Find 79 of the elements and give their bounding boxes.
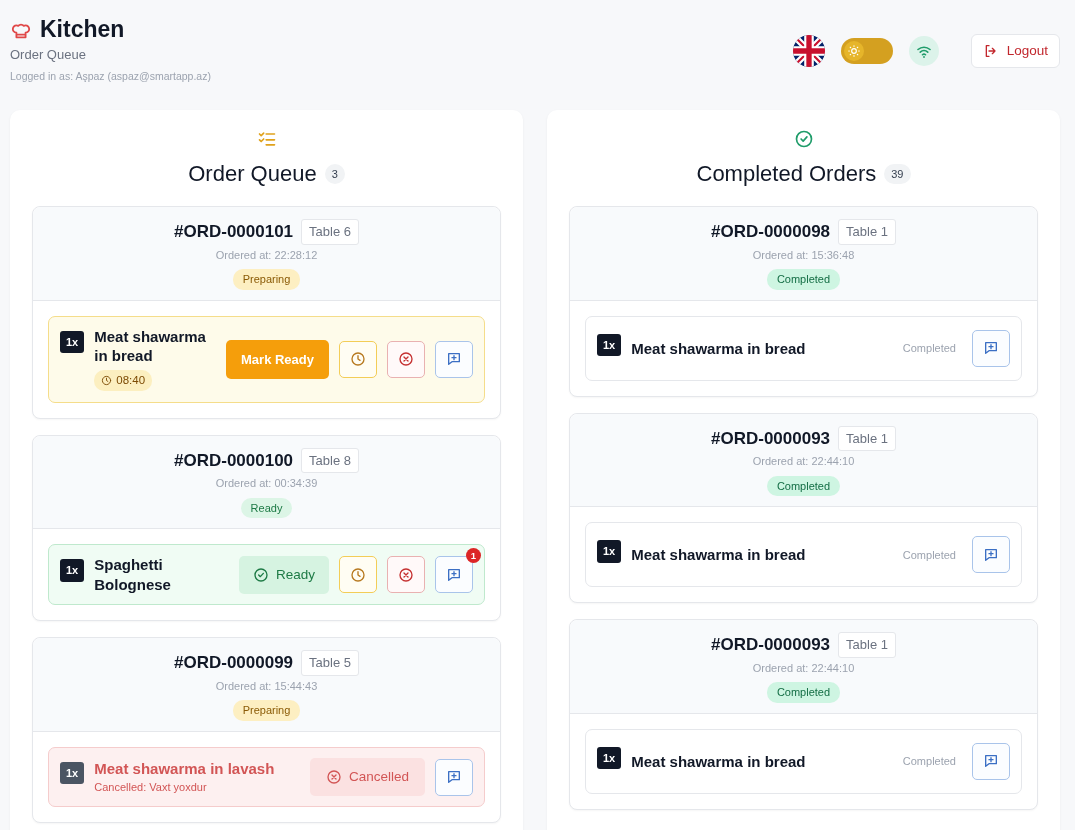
table-label: Table 1 <box>838 425 896 452</box>
message-plus-icon <box>983 340 999 357</box>
page-subtitle: Order Queue <box>10 46 87 64</box>
completed-label: Completed <box>902 341 956 357</box>
order-time: Ordered at: 15:36:48 <box>751 247 856 263</box>
ready-label: Ready <box>238 555 329 595</box>
status-badge: Preparing <box>232 269 301 290</box>
add-note-button[interactable] <box>972 742 1010 780</box>
logout-button[interactable]: Logout <box>970 34 1060 69</box>
item-name: Meat shawarma in bread <box>94 326 207 366</box>
add-note-button[interactable] <box>972 329 1010 367</box>
note-count-badge: 1 <box>466 548 481 564</box>
status-badge: Completed <box>766 475 841 497</box>
status-badge: Preparing <box>232 700 301 721</box>
item-name: Spaghetti Bolognese <box>94 555 172 595</box>
cancel-button[interactable] <box>387 340 425 378</box>
add-note-button[interactable] <box>435 340 473 378</box>
table-label: Table 6 <box>301 219 359 245</box>
status-badge: Ready <box>240 497 293 519</box>
order-time: Ordered at: 00:34:39 <box>214 476 319 492</box>
column-title: Order Queue <box>188 160 317 189</box>
check-circle-icon <box>252 566 269 583</box>
status-badge: Completed <box>766 682 841 703</box>
order-time: Ordered at: 15:44:43 <box>214 678 319 694</box>
clock-icon <box>101 374 113 386</box>
logged-in-text: Logged in as: Aşpaz (aspaz@smartapp.az) <box>10 68 211 84</box>
x-circle-icon <box>325 769 342 786</box>
table-label: Table 1 <box>838 219 896 245</box>
message-plus-icon <box>983 546 999 563</box>
item-name: Meat shawarma in bread <box>631 751 807 772</box>
quantity-badge: 1x <box>60 330 85 354</box>
x-circle-icon <box>398 566 414 583</box>
add-note-button[interactable] <box>972 536 1010 574</box>
cancelled-label: Cancelled <box>309 757 425 797</box>
quantity-badge: 1x <box>597 333 622 357</box>
completed-label: Completed <box>902 547 956 563</box>
clock-icon <box>350 566 366 583</box>
quantity-badge: 1x <box>597 746 622 770</box>
app-title: Kitchen <box>40 18 125 41</box>
order-time: Ordered at: 22:44:10 <box>751 454 856 470</box>
message-plus-icon <box>446 566 462 583</box>
item-name: Meat shawarma in lavash <box>94 759 276 779</box>
order-time: Ordered at: 22:28:12 <box>214 247 319 263</box>
cancel-reason: Cancelled: Vaxt yoxdur <box>94 779 208 795</box>
add-note-button[interactable] <box>435 758 473 796</box>
completed-label: Completed <box>902 754 956 770</box>
order-number: #ORD-0000093 <box>711 634 831 657</box>
item-name: Meat shawarma in bread <box>631 338 807 359</box>
message-plus-icon <box>983 753 999 770</box>
clock-icon <box>350 351 366 368</box>
order-time: Ordered at: 22:44:10 <box>751 660 856 676</box>
check-circle-icon <box>793 129 814 150</box>
theme-toggle[interactable] <box>840 38 893 65</box>
table-label: Table 8 <box>301 447 359 474</box>
message-plus-icon <box>446 769 462 786</box>
cancel-button[interactable] <box>387 556 425 594</box>
quantity-badge: 1x <box>597 540 622 563</box>
language-flag-button[interactable] <box>792 35 825 68</box>
status-badge: Completed <box>766 269 841 290</box>
sun-icon <box>846 44 861 59</box>
x-circle-icon <box>398 351 414 368</box>
quantity-badge: 1x <box>60 761 85 785</box>
quantity-badge: 1x <box>60 559 85 582</box>
item-name: Meat shawarma in bread <box>631 545 807 565</box>
order-number: #ORD-0000093 <box>711 427 831 450</box>
add-note-button[interactable] <box>435 556 473 594</box>
table-label: Table 5 <box>301 650 359 676</box>
delay-button[interactable] <box>339 340 377 378</box>
count-badge: 3 <box>324 163 345 185</box>
message-plus-icon <box>446 351 462 368</box>
count-badge: 39 <box>884 163 911 185</box>
order-number: #ORD-0000101 <box>174 221 294 244</box>
column-title: Completed Orders <box>696 160 877 189</box>
table-label: Table 1 <box>838 632 896 658</box>
order-number: #ORD-0000099 <box>174 652 294 675</box>
order-number: #ORD-0000100 <box>174 449 294 472</box>
order-number: #ORD-0000098 <box>711 221 831 244</box>
delay-button[interactable] <box>339 556 377 594</box>
timer-badge: 08:40 <box>94 369 153 392</box>
